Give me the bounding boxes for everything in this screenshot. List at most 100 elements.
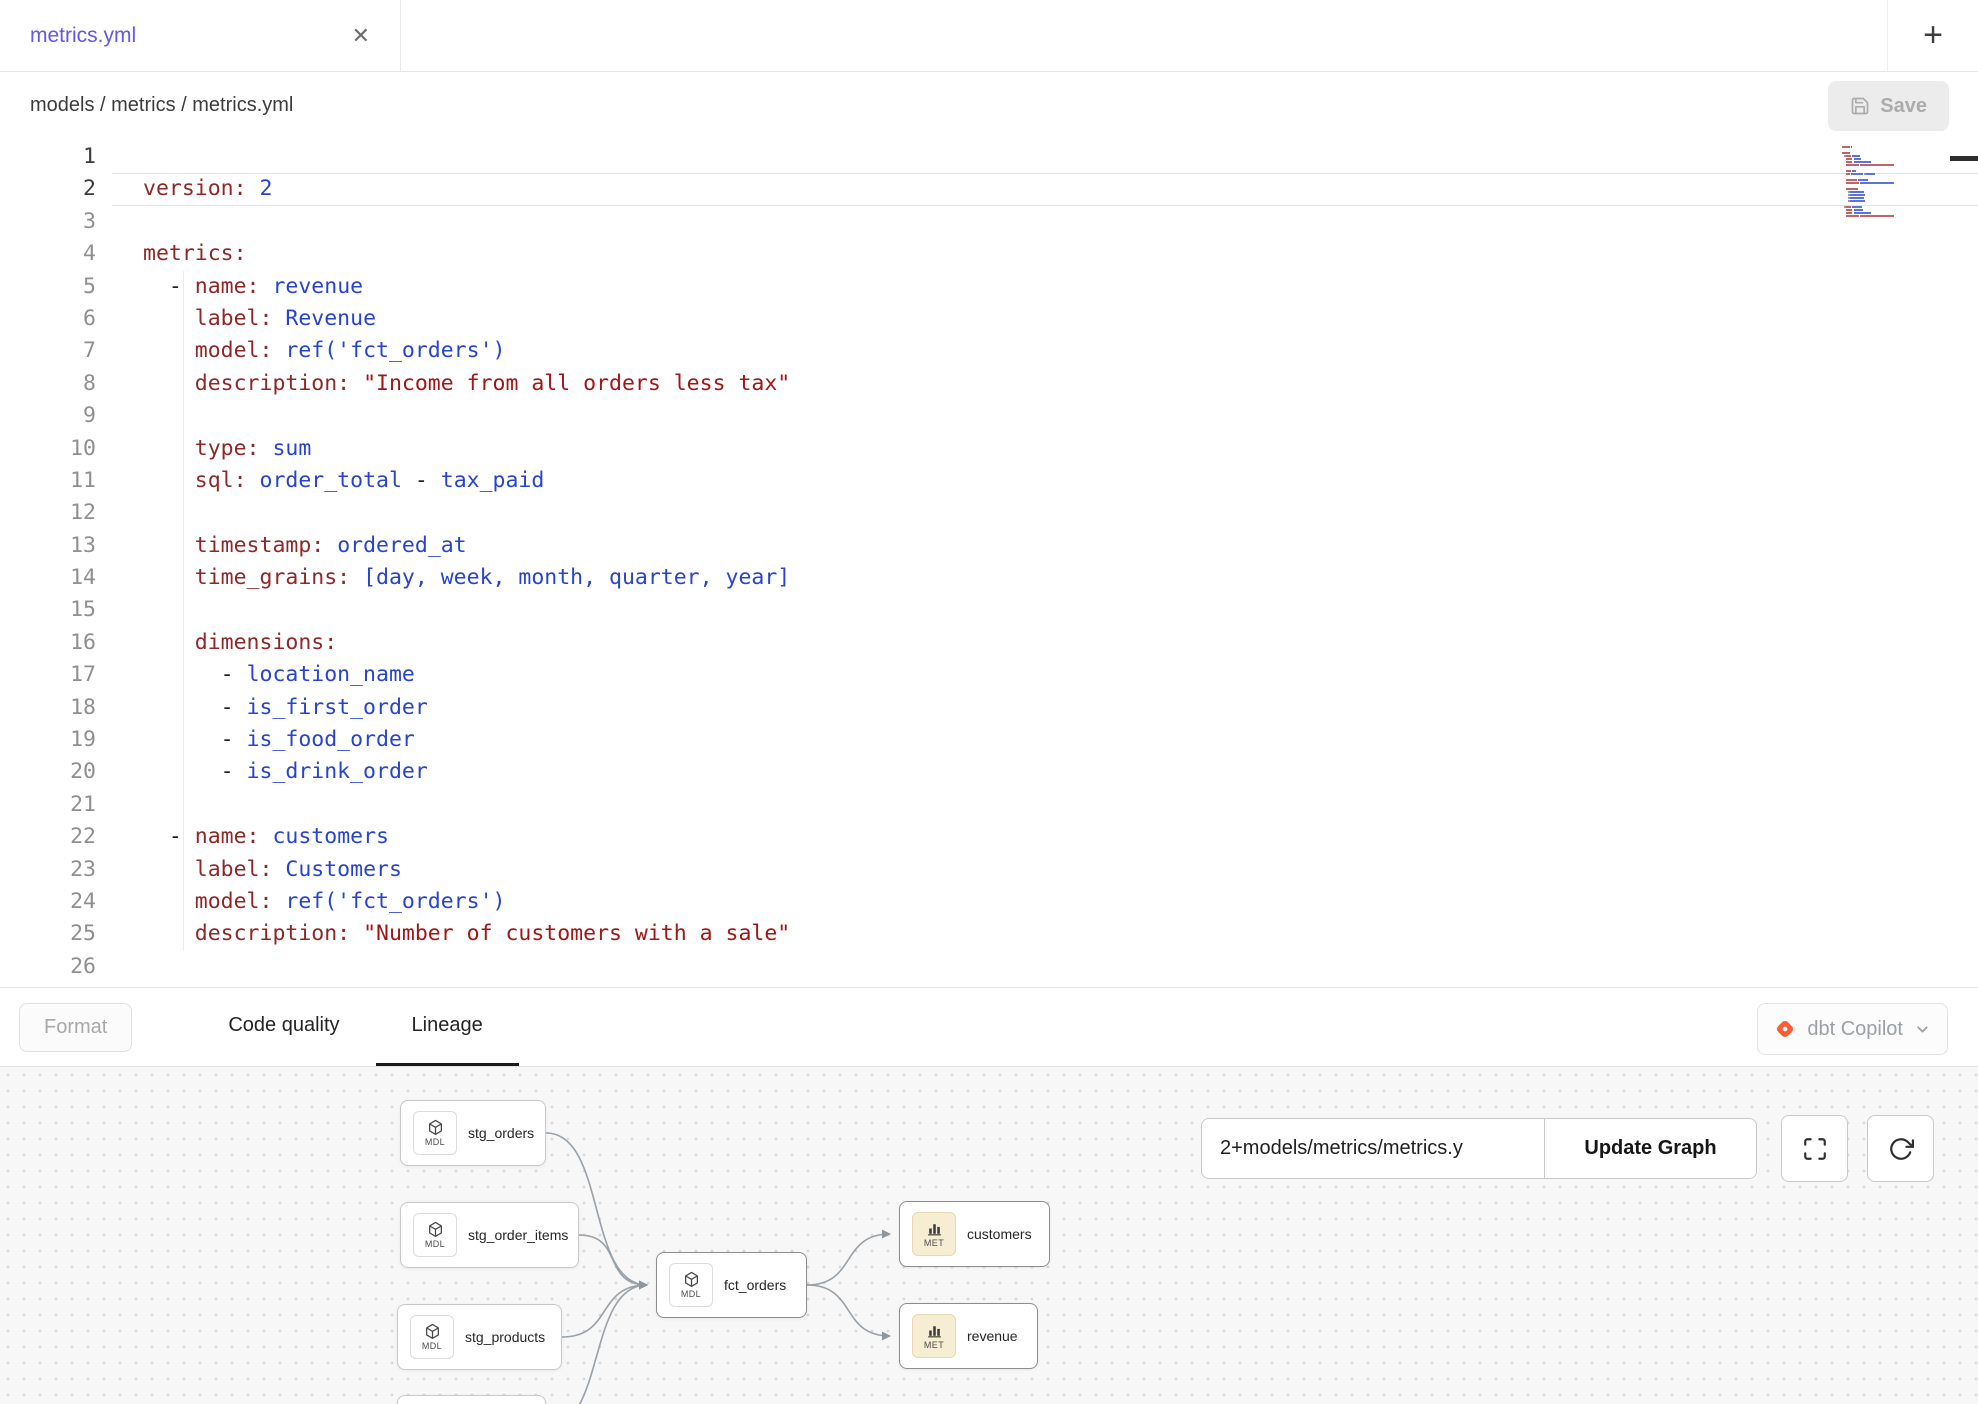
update-graph-button[interactable]: Update Graph (1544, 1119, 1756, 1178)
code-line-9[interactable]: 9 (0, 400, 1978, 432)
model-cube-icon (427, 1221, 444, 1238)
code-text: - is_drink_order (143, 756, 1978, 788)
code-line-15[interactable]: 15 (0, 594, 1978, 626)
lineage-node-fct_orders[interactable]: MDL fct_orders (656, 1252, 807, 1318)
format-button[interactable]: Format (19, 1003, 132, 1052)
code-line-13[interactable]: 13 timestamp: ordered_at (0, 530, 1978, 562)
tab-strip-spacer (401, 0, 1887, 71)
save-button-label: Save (1880, 95, 1927, 118)
fullscreen-button[interactable] (1781, 1115, 1848, 1182)
code-line-20[interactable]: 20 - is_drink_order (0, 756, 1978, 788)
lineage-node-stg_orders[interactable]: MDL stg_orders (400, 1100, 546, 1166)
lineage-edge-stg_products-to-fct_orders (562, 1285, 647, 1337)
code-line-21[interactable]: 21 (0, 789, 1978, 821)
close-icon[interactable]: ✕ (352, 25, 370, 47)
code-text (143, 497, 1978, 529)
badge-type-label: MET (924, 1239, 944, 1248)
code-line-12[interactable]: 12 (0, 497, 1978, 529)
code-line-17[interactable]: 17 - location_name (0, 659, 1978, 691)
code-text: label: Revenue (143, 303, 1978, 335)
lineage-node-customers[interactable]: MET customers (899, 1201, 1050, 1267)
tab-lineage[interactable]: Lineage (376, 988, 519, 1066)
bottom-tabs: Code quality Lineage (192, 988, 518, 1066)
line-number: 4 (0, 238, 96, 270)
code-editor[interactable]: 12version: 234 metrics:5 - name: revenue6… (0, 139, 1978, 987)
code-line-2[interactable]: 2version: 2 (0, 173, 1978, 205)
editor-bottom-bar: Format Code quality Lineage dbt Copilot (0, 987, 1978, 1066)
code-text: metrics: (143, 238, 1978, 270)
code-line-3[interactable]: 3 (0, 206, 1978, 238)
fullscreen-icon (1802, 1136, 1828, 1162)
code-text: - is_food_order (143, 724, 1978, 756)
badge-type-label: MDL (425, 1138, 445, 1147)
line-number: 18 (0, 692, 96, 724)
code-line-6[interactable]: 6 label: Revenue (0, 303, 1978, 335)
code-line-11[interactable]: 11 sql: order_total - tax_paid (0, 465, 1978, 497)
code-line-10[interactable]: 10 type: sum (0, 433, 1978, 465)
tab-title: metrics.yml (30, 24, 136, 48)
line-number: 10 (0, 433, 96, 465)
lineage-node-stg_products[interactable]: MDLstg_products (397, 1304, 562, 1370)
code-line-25[interactable]: 25 description: "Number of customers wit… (0, 918, 1978, 950)
dbt-copilot-button[interactable]: dbt Copilot (1757, 1003, 1948, 1055)
code-text: sql: order_total - tax_paid (143, 465, 1978, 497)
bar-chart-icon (926, 1322, 943, 1339)
code-line-14[interactable]: 14 time_grains: [day, week, month, quart… (0, 562, 1978, 594)
code-text: type: sum (143, 433, 1978, 465)
code-text: - is_first_order (143, 692, 1978, 724)
node-label: customers (967, 1226, 1032, 1242)
code-line-16[interactable]: 16 dimensions: (0, 627, 1978, 659)
code-line-8[interactable]: 8 description: "Income from all orders l… (0, 368, 1978, 400)
line-number: 3 (0, 206, 96, 238)
code-line-22[interactable]: 22 - name: customers (0, 821, 1978, 853)
line-number: 19 (0, 724, 96, 756)
code-text: model: ref('fct_orders') (143, 886, 1978, 918)
code-text: - name: customers (143, 821, 1978, 853)
save-button[interactable]: Save (1828, 81, 1949, 131)
code-line-4[interactable]: 4 metrics: (0, 238, 1978, 270)
bar-chart-icon (926, 1220, 943, 1237)
line-number: 15 (0, 594, 96, 626)
code-line-19[interactable]: 19 - is_food_order (0, 724, 1978, 756)
line-number: 12 (0, 497, 96, 529)
tab-code-quality[interactable]: Code quality (192, 988, 375, 1066)
editor-lines: 12version: 234 metrics:5 - name: revenue6… (0, 139, 1978, 983)
badge-type-label: MDL (681, 1290, 701, 1299)
node-label: stg_orders (468, 1125, 534, 1141)
tab-metrics-yml[interactable]: metrics.yml ✕ (0, 0, 401, 71)
tab-strip: metrics.yml ✕ + (0, 0, 1978, 72)
code-line-24[interactable]: 24 model: ref('fct_orders') (0, 886, 1978, 918)
model-cube-icon (683, 1271, 700, 1288)
lineage-node-stg_order_items[interactable]: MDLstg_order_items (400, 1202, 579, 1268)
code-text: label: Customers (143, 854, 1978, 886)
code-line-23[interactable]: 23 label: Customers (0, 854, 1978, 886)
code-line-1[interactable]: 1 (0, 141, 1978, 173)
graph-selector-input[interactable] (1202, 1119, 1544, 1178)
line-number: 6 (0, 303, 96, 335)
line-number: 9 (0, 400, 96, 432)
line-number: 1 (0, 141, 96, 173)
minimap[interactable] (1842, 143, 1896, 221)
model-badge: MDL (410, 1315, 454, 1359)
code-text: - location_name (143, 659, 1978, 691)
model-cube-icon (427, 1119, 444, 1136)
code-line-18[interactable]: 18 - is_first_order (0, 692, 1978, 724)
breadcrumb: models / metrics / metrics.yml (30, 94, 293, 117)
code-line-7[interactable]: 7 model: ref('fct_orders') (0, 335, 1978, 367)
new-tab-button[interactable]: + (1887, 0, 1978, 71)
refresh-icon (1888, 1136, 1914, 1162)
node-label: fct_orders (724, 1277, 786, 1293)
line-number: 25 (0, 918, 96, 950)
model-cube-icon (424, 1323, 441, 1340)
refresh-button[interactable] (1867, 1115, 1934, 1182)
lineage-node-revenue[interactable]: METrevenue (899, 1303, 1038, 1369)
code-line-26[interactable]: 26 (0, 951, 1978, 983)
lineage-node-stg_hidden[interactable]: MDL (397, 1395, 546, 1404)
breadcrumb-row: models / metrics / metrics.yml Save (0, 72, 1978, 139)
dbt-logo-icon (1774, 1018, 1796, 1040)
lineage-edge-fct_orders-to-revenue (807, 1285, 890, 1336)
code-line-5[interactable]: 5 - name: revenue (0, 271, 1978, 303)
code-text: timestamp: ordered_at (143, 530, 1978, 562)
lineage-panel[interactable]: MDL stg_orders MDLstg_order_items MDLstg_pr… (0, 1066, 1978, 1404)
metric-badge: MET (912, 1212, 956, 1256)
